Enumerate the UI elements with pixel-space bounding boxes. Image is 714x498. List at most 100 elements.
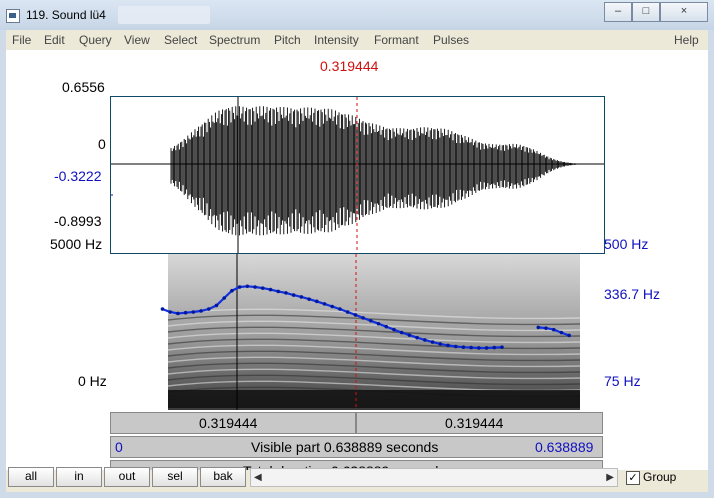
scroll-left-icon[interactable]: ◀ (254, 472, 262, 483)
pitch-point (392, 327, 396, 332)
pitch-point (253, 285, 257, 289)
zoom-all-button[interactable]: all (8, 467, 54, 487)
spectrogram-svg (160, 254, 581, 410)
spec-top-label: 5000 Hz (50, 236, 103, 252)
right-part-duration: 0.319444 (445, 415, 504, 431)
pitch-point (559, 330, 564, 335)
spectrogram-panel[interactable] (110, 254, 603, 410)
pitch-point (453, 344, 458, 349)
spectrogram-energy (168, 254, 580, 410)
menu-intensity[interactable]: Intensity (314, 33, 359, 47)
menu-bar: File Edit Query View Select Spectrum Pit… (6, 30, 708, 50)
visible-end: 0.638889 (535, 439, 594, 455)
pitch-point (345, 310, 350, 314)
pitch-point (284, 291, 288, 295)
horizontal-scrollbar[interactable]: ◀ ▶ (250, 468, 618, 487)
pitch-point (484, 346, 489, 350)
pitch-point (369, 319, 373, 323)
pitch-top-label: 500 Hz (604, 236, 649, 252)
pitch-point (353, 313, 358, 317)
pitch-point (551, 327, 556, 332)
visible-part-label: Visible part 0.638889 seconds (251, 439, 439, 455)
pitch-point (315, 299, 319, 304)
zoom-selection-button[interactable]: sel (152, 467, 198, 487)
waveform-signal (170, 106, 581, 236)
zoom-out-button[interactable]: out (104, 467, 150, 487)
pitch-point (291, 293, 296, 297)
menu-pitch[interactable]: Pitch (274, 33, 301, 47)
zoom-back-button[interactable]: bak (200, 467, 246, 487)
waveform-panel[interactable] (110, 96, 605, 254)
wave-min-label: -0.8993 (54, 213, 102, 229)
pitch-point (222, 296, 227, 300)
menu-spectrum[interactable]: Spectrum (209, 33, 260, 47)
pitch-point (268, 287, 273, 292)
pitch-point (469, 345, 473, 350)
group-label: Group (643, 470, 677, 484)
pitch-point (415, 335, 419, 340)
pitch-point (237, 285, 242, 289)
pitch-point (423, 338, 427, 342)
left-selection-bar[interactable]: 0.319444 (110, 412, 356, 434)
app-icon (6, 9, 20, 23)
menu-file[interactable]: File (12, 33, 31, 47)
pitch-point (245, 284, 250, 289)
pitch-point (384, 324, 389, 329)
menu-help[interactable]: Help (674, 33, 699, 47)
visible-part-bar[interactable]: 0 Visible part 0.638889 seconds 0.638889 (110, 436, 603, 458)
pitch-point (206, 307, 211, 311)
pitch-point (276, 289, 281, 294)
right-selection-bar[interactable]: 0.319444 (356, 412, 603, 434)
wave-zero-label: 0 (98, 136, 106, 152)
menu-view[interactable]: View (124, 33, 150, 47)
menu-pulses[interactable]: Pulses (433, 33, 469, 47)
maximize-button[interactable]: □ (632, 2, 660, 22)
title-redaction (118, 6, 210, 24)
pitch-point (492, 345, 497, 350)
cursor-time-label: 0.319444 (320, 58, 379, 74)
menu-query[interactable]: Query (79, 33, 112, 47)
pitch-point (438, 342, 443, 346)
pitch-point (338, 307, 342, 311)
pitch-point (299, 295, 304, 299)
menu-formant[interactable]: Formant (374, 33, 419, 47)
close-button[interactable]: × (660, 2, 708, 22)
pitch-point (567, 333, 571, 338)
pitch-point (330, 304, 335, 309)
wave-cursor-level-label: -0.3222 (54, 168, 102, 184)
pitch-point (176, 311, 180, 316)
pitch-mid-label: 336.7 Hz (604, 286, 661, 302)
visible-start: 0 (115, 439, 123, 455)
pitch-point (376, 321, 381, 326)
pitch-point (536, 325, 541, 330)
pitch-point (214, 303, 219, 308)
pitch-point (461, 345, 466, 350)
pitch-point (446, 343, 450, 348)
pitch-point (168, 310, 172, 314)
scroll-right-icon[interactable]: ▶ (606, 472, 614, 483)
pitch-point (230, 288, 234, 293)
pitch-point (500, 345, 504, 350)
pitch-point (544, 326, 548, 330)
app-window: 119. Sound lü4 – □ × File Edit Query Vie… (0, 0, 714, 498)
sound-editor-area: 0.319444 0.6556 0 -0.3222 -0.8993 5000 H… (6, 50, 708, 482)
pitch-point (399, 330, 404, 335)
left-part-duration: 0.319444 (199, 415, 258, 431)
pitch-point (361, 316, 365, 320)
group-checkbox[interactable]: ✓ (626, 471, 640, 485)
zoom-in-button[interactable]: in (56, 467, 102, 487)
pitch-bottom-label: 75 Hz (604, 373, 641, 389)
pitch-point (322, 302, 327, 306)
pitch-point (260, 286, 265, 290)
pitch-point (307, 297, 311, 301)
menu-edit[interactable]: Edit (44, 33, 65, 47)
minimize-button[interactable]: – (604, 2, 632, 22)
waveform-svg (111, 97, 604, 253)
spec-bottom-label: 0 Hz (78, 373, 107, 389)
pitch-point (199, 309, 203, 313)
window-title: 119. Sound lü4 (26, 8, 106, 22)
pitch-point (430, 340, 435, 344)
pitch-point (160, 307, 165, 311)
menu-select[interactable]: Select (164, 33, 197, 47)
pitch-point (407, 333, 412, 337)
